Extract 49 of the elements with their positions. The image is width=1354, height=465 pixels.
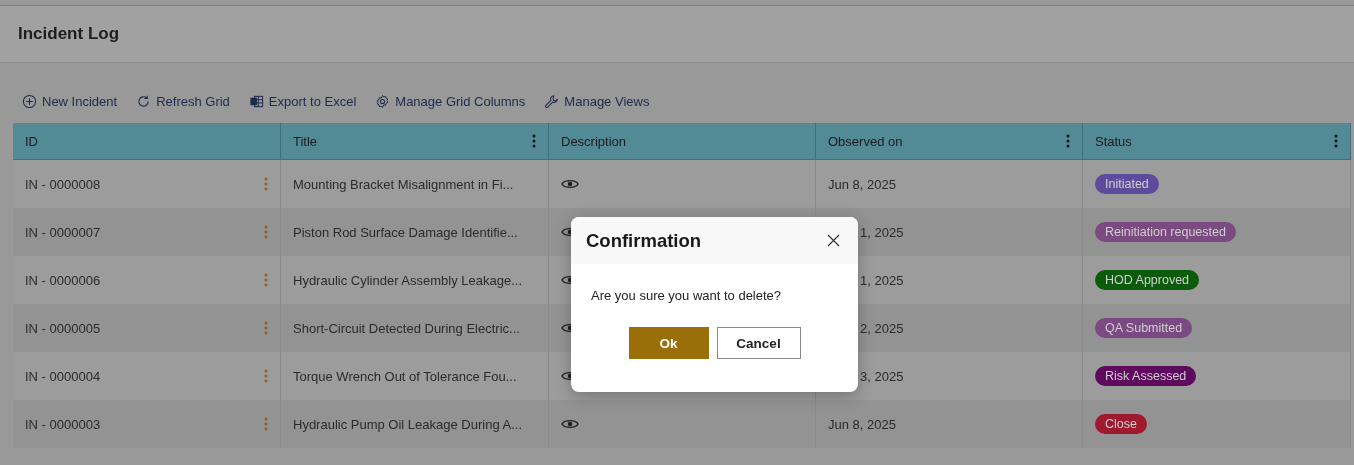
table-cell: Jun 8, 2025 [828,176,896,192]
page-title: Incident Log [18,24,120,44]
dialog-message: Are you sure you want to delete? [590,287,783,303]
table-cell: IN - 0000003 [25,416,101,432]
toolbar-button[interactable]: Manage Views [544,93,650,109]
more-icon[interactable] [1334,134,1338,148]
table-cell: IN - 0000006 [25,272,101,288]
toolbar-button[interactable]: Export to Excel [248,93,357,109]
table-cell: Piston Rod Surface Damage Identifie... [293,224,518,240]
table-cell-text: 1, 2025 [859,272,904,288]
status-badge: Initiated [1095,174,1159,194]
table-cell-text: 3, 2025 [859,368,904,384]
table-cell: Mounting Bracket Misalignment in Fi... [293,176,514,192]
column-header: Title [293,133,318,149]
table-cell: IN - 0000004 [25,368,101,384]
table-cell-text: 1, 2025 [859,224,904,240]
refresh-icon [136,93,152,109]
toolbar-button[interactable]: Manage Grid Columns [375,93,526,109]
status-badge: Close [1095,414,1147,434]
table-cell: Short-Circuit Detected During Electric... [293,320,520,336]
spreadsheet-icon [248,93,264,109]
wrench-icon [544,93,560,109]
table-cell: Hydraulic Cylinder Assembly Leakage... [293,272,523,288]
plus-icon [22,93,37,109]
column-header: Description [561,133,627,149]
cancel-button[interactable]: Cancel [716,327,801,359]
table-cell-text: 2, 2025 [859,320,904,336]
settings-icon [375,93,391,109]
dialog-title: Confirmation [586,229,702,252]
status-badge: HOD Approved [1095,270,1200,290]
table-cell: Jun 8, 2025 [828,416,896,432]
column-header: ID [25,133,38,149]
more-icon[interactable] [532,134,536,148]
table-cell: Hydraulic Pump Oil Leakage During A... [293,416,523,432]
table-cell: IN - 0000008 [25,176,101,192]
ok-button[interactable]: Ok [628,327,709,359]
eye-icon[interactable] [561,178,579,190]
toolbar-button[interactable]: Refresh Grid [136,93,230,109]
status-badge: Reinitiation requested [1095,222,1236,242]
status-badge: QA Submitted [1095,318,1193,338]
table-cell: IN - 0000007 [25,224,101,240]
column-header: Status [1095,133,1132,149]
table-cell: IN - 0000005 [25,320,101,336]
status-badge: Risk Assessed [1095,366,1197,386]
more-icon[interactable] [1066,134,1070,148]
column-header: Observed on [828,133,903,149]
toolbar-button[interactable]: New Incident [22,93,118,109]
table-cell: Torque Wrench Out of Tolerance Fou... [293,368,517,384]
close-icon[interactable] [827,234,840,247]
